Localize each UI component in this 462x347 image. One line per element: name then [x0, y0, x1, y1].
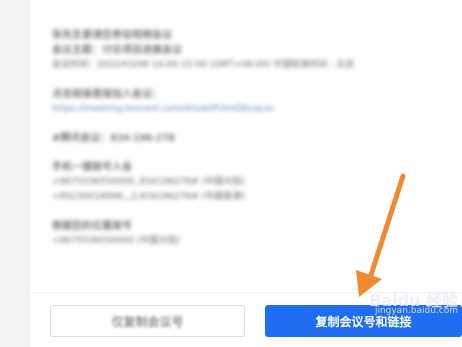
- watermark-logo: Baidu 经验: [369, 291, 458, 310]
- baidu-jingyan-watermark: Baidu 经验 jingyan.baidu.com: [369, 291, 458, 317]
- watermark-url: jingyan.baidu.com: [374, 306, 458, 316]
